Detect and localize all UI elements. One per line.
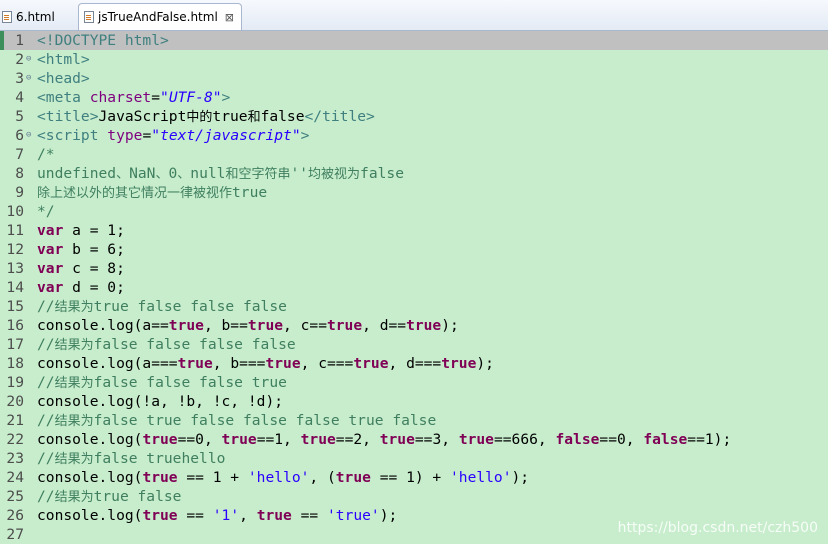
tab-jstrueandfalse-html[interactable]: jsTrueAndFalse.html ⊠: [78, 3, 242, 30]
code-line[interactable]: 16 console.log(a==true, b==true, c==true,…: [0, 316, 828, 335]
fold-toggle-icon[interactable]: ⊖: [26, 50, 31, 69]
code-text: */: [37, 203, 55, 220]
fold-toggle-icon[interactable]: ⊖: [26, 126, 31, 145]
line-number: 2: [15, 51, 24, 68]
code-line[interactable]: 12 var b = 6;: [0, 240, 828, 259]
line-number: 13: [6, 260, 24, 277]
code-text: var d = 0;: [37, 279, 125, 296]
code-text: var a = 1;: [37, 222, 125, 239]
line-number: 26: [6, 507, 24, 524]
tab-label: jsTrueAndFalse.html: [98, 10, 218, 24]
html-file-icon: [2, 10, 12, 23]
line-number: 5: [15, 108, 24, 125]
code-text: <!DOCTYPE html>: [37, 32, 169, 49]
fold-toggle-icon[interactable]: ⊖: [26, 69, 31, 88]
line-number: 4: [15, 89, 24, 106]
code-line[interactable]: 7 /*: [0, 145, 828, 164]
code-text: //结果为false false false true: [37, 374, 287, 391]
line-number: 25: [6, 488, 24, 505]
code-text: //结果为false truehello: [37, 450, 226, 467]
line-number: 9: [15, 184, 24, 201]
code-line[interactable]: 24 console.log(true == 1 + 'hello', (true…: [0, 468, 828, 487]
code-line[interactable]: 1 <!DOCTYPE html>: [0, 31, 828, 50]
line-number: 6: [15, 127, 24, 144]
code-line[interactable]: 22 console.log(true==0, true==1, true==2,…: [0, 430, 828, 449]
line-number: 3: [15, 70, 24, 87]
code-text: 除上述以外的其它情况一律被视作true: [37, 184, 268, 201]
line-number: 11: [6, 222, 24, 239]
code-line[interactable]: 9 除上述以外的其它情况一律被视作true: [0, 183, 828, 202]
line-number: 1: [15, 32, 24, 49]
code-line[interactable]: 5 <title>JavaScript中的true和false</title>: [0, 107, 828, 126]
code-line[interactable]: 13 var c = 8;: [0, 259, 828, 278]
code-line[interactable]: 14 var d = 0;: [0, 278, 828, 297]
line-number: 10: [6, 203, 24, 220]
code-text: //结果为false false false false: [37, 336, 296, 353]
code-line[interactable]: 18 console.log(a===true, b===true, c===tr…: [0, 354, 828, 373]
code-line[interactable]: 10 */: [0, 202, 828, 221]
code-line[interactable]: 21 //结果为false true false false false true…: [0, 411, 828, 430]
code-line[interactable]: 4 <meta charset="UTF-8">: [0, 88, 828, 107]
code-text: var b = 6;: [37, 241, 125, 258]
code-line[interactable]: 2 ⊖ <html>: [0, 50, 828, 69]
line-number: 7: [15, 146, 24, 163]
code-line[interactable]: 20 console.log(!a, !b, !c, !d);: [0, 392, 828, 411]
tab-label: 6.html: [16, 9, 55, 24]
tab-6-html[interactable]: 6.html: [0, 3, 72, 30]
line-number: 19: [6, 374, 24, 391]
code-text: console.log(!a, !b, !c, !d);: [37, 393, 284, 410]
code-line[interactable]: 6 ⊖ <script type="text/javascript">: [0, 126, 828, 145]
line-number: 18: [6, 355, 24, 372]
html-file-icon: [84, 11, 94, 23]
line-number: 16: [6, 317, 24, 334]
code-line[interactable]: 25 //结果为true false: [0, 487, 828, 506]
line-number: 12: [6, 241, 24, 258]
close-icon[interactable]: ⊠: [225, 11, 234, 24]
line-number: 15: [6, 298, 24, 315]
code-text: <html>: [37, 51, 90, 68]
code-text: console.log(true == 1 + 'hello', (true =…: [37, 469, 530, 486]
code-text: var c = 8;: [37, 260, 125, 277]
code-line[interactable]: 19 //结果为false false false true: [0, 373, 828, 392]
code-text: <meta charset="UTF-8">: [37, 89, 231, 106]
line-number: 24: [6, 469, 24, 486]
code-text: //结果为true false: [37, 488, 182, 505]
code-text: console.log(a===true, b===true, c===true…: [37, 355, 494, 372]
code-line[interactable]: 17 //结果为false false false false: [0, 335, 828, 354]
line-number: 27: [6, 526, 24, 543]
code-text: //结果为true false false false: [37, 298, 287, 315]
code-text: //结果为false true false false false true f…: [37, 412, 437, 429]
line-number: 22: [6, 431, 24, 448]
watermark: https://blog.csdn.net/czh500: [617, 520, 818, 536]
code-text: undefined、NaN、0、null和空字符串''均被视为false: [37, 165, 404, 182]
code-text: console.log(a==true, b==true, c==true, d…: [37, 317, 459, 334]
code-text: <head>: [37, 70, 90, 87]
code-text: console.log(true == '1', true == 'true')…: [37, 507, 398, 524]
code-text: /*: [37, 146, 55, 163]
code-line[interactable]: 15 //结果为true false false false: [0, 297, 828, 316]
tab-bar: 6.html jsTrueAndFalse.html ⊠: [0, 0, 828, 31]
line-number: 23: [6, 450, 24, 467]
code-text: <script type="text/javascript">: [37, 127, 310, 144]
code-line[interactable]: 23 //结果为false truehello: [0, 449, 828, 468]
line-number: 17: [6, 336, 24, 353]
line-number: 20: [6, 393, 24, 410]
editor-window: 6.html jsTrueAndFalse.html ⊠ 1 <!DOCTYPE …: [0, 0, 828, 544]
code-editor[interactable]: 1 <!DOCTYPE html> 2 ⊖ <html> 3 ⊖ <head> 4 <meta c…: [0, 31, 828, 544]
code-text: console.log(true==0, true==1, true==2, t…: [37, 431, 732, 448]
line-number: 14: [6, 279, 24, 296]
line-number: 21: [6, 412, 24, 429]
code-line[interactable]: 8 undefined、NaN、0、null和空字符串''均被视为false: [0, 164, 828, 183]
code-text: <title>JavaScript中的true和false</title>: [37, 108, 375, 125]
code-line[interactable]: 3 ⊖ <head>: [0, 69, 828, 88]
code-line[interactable]: 11 var a = 1;: [0, 221, 828, 240]
line-number: 8: [15, 165, 24, 182]
